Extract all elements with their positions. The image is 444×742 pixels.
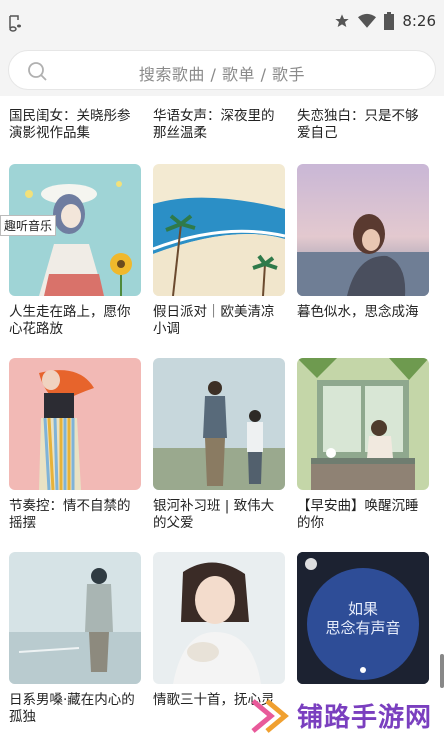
watermark-text: 铺路手游网 xyxy=(296,703,432,733)
poster-text: 如果 思念有声音 xyxy=(325,600,401,637)
playlist-title: 日系男嗓·藏在内心的孤独 xyxy=(9,692,135,725)
playlist-title: 华语女声：深夜里的那丝温柔 xyxy=(153,108,275,141)
search-placeholder: 搜索歌曲 / 歌单 / 歌手 xyxy=(138,65,306,84)
playlist-title: 国民闺女：关晓彤参演影视作品集 xyxy=(9,108,131,141)
status-right-group: 8:26 xyxy=(334,12,436,30)
playlist-card[interactable]: 节奏控：情不自禁的摇摆 xyxy=(9,358,141,532)
playlist-cover-smiling-girl-photo[interactable] xyxy=(153,552,285,684)
playlist-cover-seaside-boy-photo[interactable] xyxy=(9,552,141,684)
status-time: 8:26 xyxy=(402,12,436,30)
playlist-title: 失恋独白：只是不够爱自己 xyxy=(297,108,419,141)
playlist-card[interactable]: 国民闺女：关晓彤参演影视作品集 xyxy=(9,108,141,142)
status-bar: 8:26 xyxy=(0,0,444,44)
overlay-tag: 趣听音乐 xyxy=(0,215,57,236)
wifi-icon xyxy=(358,13,377,28)
playlist-title: 节奏控：情不自禁的摇摆 xyxy=(9,498,131,531)
search-bar-container: 搜索歌曲 / 歌单 / 歌手 xyxy=(0,44,444,96)
playlist-card[interactable]: 人生走在路上，愿你心花路放 xyxy=(9,164,141,338)
music-note-icon xyxy=(9,15,21,32)
playlist-title: 假日派对｜欧美清凉小调 xyxy=(153,304,275,337)
playlist-card[interactable]: 日系男嗓·藏在内心的孤独 xyxy=(9,552,141,726)
playlist-card[interactable]: 暮色似水，思念成海 xyxy=(297,164,429,321)
star-icon xyxy=(335,14,349,27)
playlist-cover-twilight-sea-photo[interactable] xyxy=(297,164,429,296)
playlist-cover-beach-illustration[interactable] xyxy=(153,164,285,296)
playlist-card[interactable]: 如果 思念有声音 xyxy=(297,552,429,684)
playlist-card[interactable]: 假日派对｜欧美清凉小调 xyxy=(153,164,285,338)
playlist-title: 银河补习班 | 致伟大的父爱 xyxy=(153,498,275,531)
playlist-cover-dark-blue-poster[interactable]: 如果 思念有声音 xyxy=(297,552,429,684)
playlist-cover-window-girl-illustration[interactable] xyxy=(297,358,429,490)
search-input[interactable]: 搜索歌曲 / 歌单 / 歌手 xyxy=(8,50,436,90)
playlist-card[interactable]: 【早安曲】唤醒沉睡的你 xyxy=(297,358,429,532)
playlist-cover-father-son-photo[interactable] xyxy=(153,358,285,490)
playlist-card[interactable]: 失恋独白：只是不够爱自己 xyxy=(297,108,429,142)
playlist-card[interactable]: 银河补习班 | 致伟大的父爱 xyxy=(153,358,285,532)
watermark: 铺路手游网 xyxy=(251,697,432,734)
playlist-card[interactable]: 华语女声：深夜里的那丝温柔 xyxy=(153,108,285,142)
playlist-title: 【早安曲】唤醒沉睡的你 xyxy=(297,498,419,531)
playlist-card[interactable]: 情歌三十首，抚心灵 xyxy=(153,552,285,709)
playlist-title: 暮色似水，思念成海 xyxy=(297,304,419,320)
brand-chevron-icon xyxy=(251,698,289,733)
playlist-title: 人生走在路上，愿你心花路放 xyxy=(9,304,131,337)
scrollbar-thumb[interactable] xyxy=(440,654,444,688)
battery-icon xyxy=(384,12,395,30)
playlist-cover-dancing-woman-illustration[interactable] xyxy=(9,358,141,490)
